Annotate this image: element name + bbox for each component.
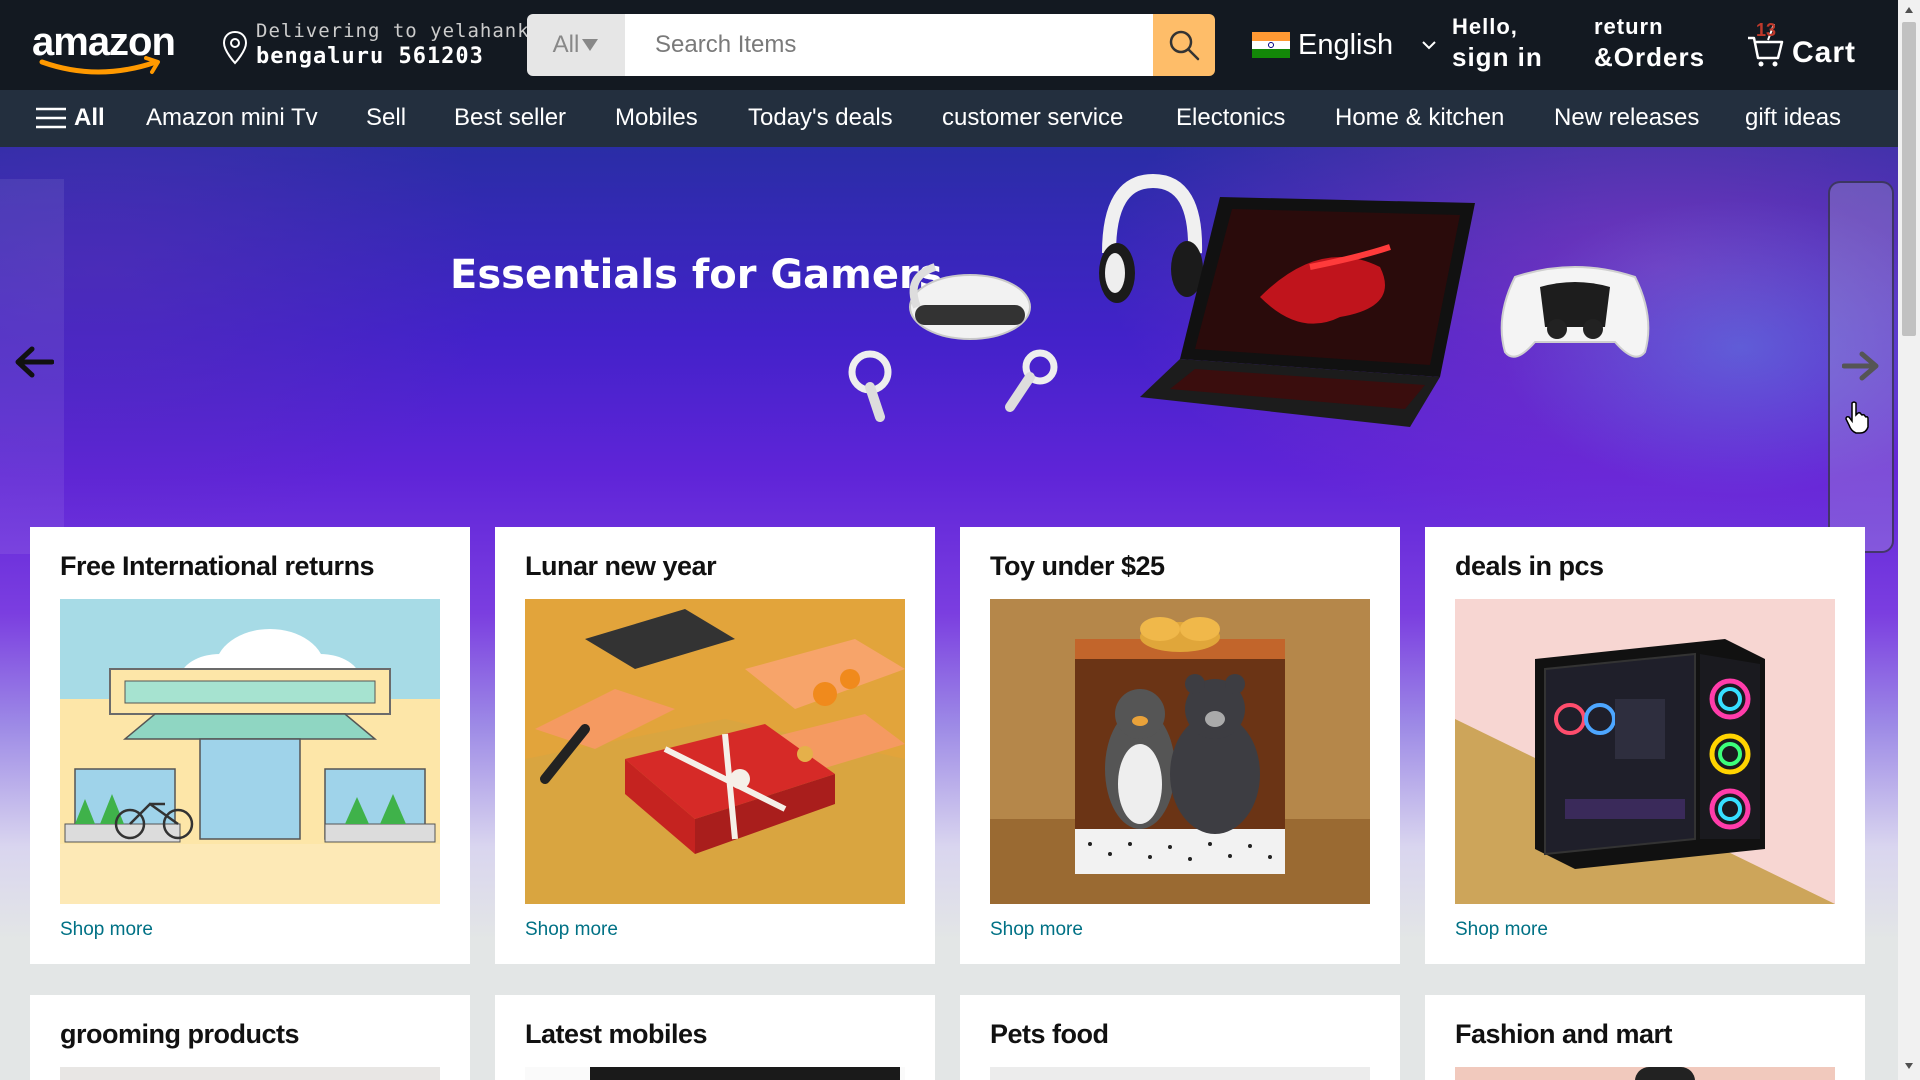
shop-more-link[interactable]: Shop more — [990, 919, 1083, 941]
scroll-down-icon[interactable] — [1904, 1062, 1914, 1070]
scrollbar-thumb[interactable] — [1902, 22, 1916, 336]
shop-more-link[interactable]: Shop more — [525, 919, 618, 941]
storefront-image[interactable] — [60, 599, 440, 904]
hamburger-menu-icon — [36, 107, 66, 129]
pets-food-image[interactable] — [990, 1067, 1370, 1080]
nav-customer-service[interactable]: customer service — [942, 104, 1123, 132]
search-bar: All — [527, 14, 1215, 76]
nav-mobiles[interactable]: Mobiles — [615, 104, 698, 132]
amazon-logo[interactable]: amazon — [32, 20, 182, 75]
card-title: deals in pcs — [1455, 551, 1604, 581]
gaming-laptop-image — [1140, 197, 1475, 427]
card-title: Fashion and mart — [1455, 1019, 1673, 1049]
plush-toys-image[interactable] — [990, 599, 1370, 904]
caret-down-icon — [582, 39, 599, 51]
nav-amazon-mini-tv[interactable]: Amazon mini Tv — [146, 104, 318, 132]
card-lunar-new-year: Lunar new year Shop more — [495, 527, 935, 964]
location-pin-icon — [222, 30, 248, 65]
card-fashion-and-mart: Fashion and mart — [1425, 995, 1865, 1080]
nav-todays-deals[interactable]: Today's deals — [748, 104, 893, 132]
card-free-international-returns: Free International returns Shop more — [30, 527, 470, 964]
delivery-label: Delivering to yelahanka — [256, 20, 543, 42]
page-scrollbar[interactable] — [1898, 0, 1920, 1080]
nav-home-kitchen[interactable]: Home & kitchen — [1335, 104, 1504, 132]
nav-new-releases[interactable]: New releases — [1554, 104, 1699, 132]
shop-more-link[interactable]: Shop more — [60, 919, 153, 941]
search-button[interactable] — [1153, 14, 1215, 76]
card-title: Latest mobiles — [525, 1019, 708, 1049]
nav-sell[interactable]: Sell — [366, 104, 406, 132]
language-selector[interactable]: English — [1252, 26, 1437, 64]
search-category-dropdown[interactable]: All — [527, 14, 625, 76]
card-title: Free International returns — [60, 551, 375, 581]
all-menu-button[interactable]: All — [34, 104, 105, 132]
game-controller-image — [1500, 266, 1650, 358]
returns-orders[interactable]: return &Orders — [1594, 14, 1705, 73]
chevron-down-icon — [1422, 41, 1436, 50]
scroll-up-icon[interactable] — [1904, 6, 1914, 14]
delivery-address: bengaluru 561203 — [256, 44, 484, 69]
gaming-pc-image[interactable] — [1455, 599, 1835, 904]
nav-gift-ideas[interactable]: gift ideas — [1745, 104, 1841, 132]
hand-cursor-icon — [1845, 401, 1869, 434]
vr-headset-image — [848, 263, 1058, 422]
card-title: grooming products — [60, 1019, 299, 1049]
india-flag-icon — [1252, 32, 1290, 59]
card-deals-in-pcs: deals in pcs Shop more — [1425, 527, 1865, 964]
card-grooming-products: grooming products — [30, 995, 470, 1080]
account-signin[interactable]: Hello, sign in — [1452, 14, 1543, 73]
top-navbar: amazon Delivering to yelahanka bengaluru… — [0, 0, 1898, 90]
arrow-right-icon[interactable] — [1842, 351, 1880, 381]
shop-more-link[interactable]: Shop more — [1455, 919, 1548, 941]
mobiles-image[interactable] — [525, 1067, 905, 1080]
search-icon — [1169, 30, 1200, 61]
card-latest-mobiles: Latest mobiles — [495, 995, 935, 1080]
nav-electronics[interactable]: Electonics — [1176, 104, 1285, 132]
card-pets-food: Pets food — [960, 995, 1400, 1080]
language-label: English — [1298, 28, 1394, 61]
arrow-left-icon[interactable] — [14, 345, 54, 379]
card-title: Lunar new year — [525, 551, 717, 581]
card-toy-under-25: Toy under $25 Shop more — [960, 527, 1400, 964]
card-title: Toy under $25 — [990, 551, 1165, 581]
cart-label: Cart — [1792, 36, 1857, 69]
search-input[interactable] — [625, 14, 1153, 76]
fashion-image[interactable] — [1455, 1067, 1835, 1080]
hero-carousel: Essentials for Gamers Free International… — [0, 147, 1898, 1080]
logo-smile-icon — [39, 56, 160, 75]
card-title: Pets food — [990, 1019, 1109, 1049]
grooming-image[interactable] — [60, 1067, 440, 1080]
cart-count: 13 — [1756, 20, 1777, 40]
nav-best-seller[interactable]: Best seller — [454, 104, 566, 132]
secondary-navbar: All Amazon mini Tv Sell Best seller Mobi… — [0, 90, 1898, 147]
gift-boxes-image[interactable] — [525, 599, 905, 904]
